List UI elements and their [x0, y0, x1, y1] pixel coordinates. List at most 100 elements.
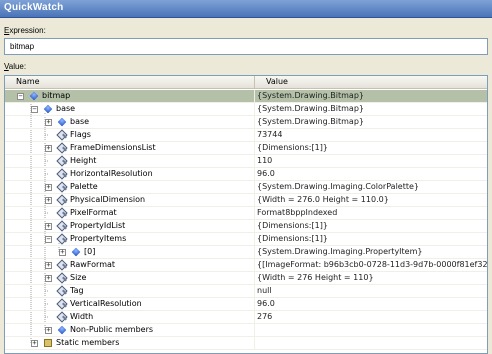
title-bar: QuickWatch	[0, 0, 492, 18]
row-name: [0]	[84, 247, 96, 256]
expand-icon[interactable]: +	[45, 197, 52, 204]
row-value: {System.Drawing.Bitmap}	[257, 117, 364, 126]
table-row[interactable]: + Palette {System.Drawing.Imaging.ColorPal…	[5, 181, 487, 194]
name-cell: PixelFormat	[5, 207, 255, 220]
table-row[interactable]: + PropertyIdList {Dimensions:[1]}	[5, 220, 487, 233]
row-name: Size	[70, 273, 87, 282]
value-label: Value:	[4, 62, 27, 71]
row-value: 276	[257, 312, 273, 321]
property-icon	[58, 144, 67, 153]
property-icon	[58, 170, 67, 179]
property-icon	[58, 131, 67, 140]
row-value: {System.Drawing.Bitmap}	[257, 104, 364, 113]
property-icon	[58, 209, 67, 218]
table-row[interactable]: Width 276	[5, 311, 487, 324]
table-row[interactable]: + [0] {System.Drawing.Imaging.PropertyItem…	[5, 246, 487, 259]
row-name: PhysicalDimension	[70, 195, 146, 204]
row-name: VerticalResolution	[70, 299, 142, 308]
column-header-name[interactable]: Name	[5, 76, 255, 89]
expand-icon[interactable]: +	[59, 249, 66, 256]
table-row[interactable]: + PhysicalDimension {Width = 276.0 Height …	[5, 194, 487, 207]
name-cell: + Palette	[5, 181, 255, 194]
row-value: 73744	[257, 130, 283, 139]
object-icon	[29, 91, 39, 101]
row-value: Format8bppIndexed	[257, 208, 338, 217]
row-name: Flags	[70, 130, 91, 139]
row-value: {System.Drawing.Bitmap}	[257, 91, 364, 100]
name-cell: Flags	[5, 129, 255, 142]
name-cell: + RawFormat	[5, 259, 255, 272]
name-cell: + [0]	[5, 246, 255, 259]
row-name: base	[56, 104, 76, 113]
expand-icon[interactable]: +	[45, 184, 52, 191]
row-value: 110	[257, 156, 273, 165]
name-cell: Height	[5, 155, 255, 168]
row-value: {System.Drawing.Imaging.ColorPalette}	[257, 182, 420, 191]
collapse-icon[interactable]: −	[31, 106, 38, 113]
row-name: base	[70, 117, 90, 126]
name-cell: − PropertyItems	[5, 233, 255, 246]
table-row[interactable]: − PropertyItems {Dimensions:[1]}	[5, 233, 487, 246]
name-cell: + FrameDimensionsList	[5, 142, 255, 155]
expand-icon[interactable]: +	[31, 340, 38, 347]
table-row[interactable]: HorizontalResolution 96.0	[5, 168, 487, 181]
row-value: {System.Drawing.Imaging.PropertyItem}	[257, 247, 423, 256]
expand-icon[interactable]: +	[45, 145, 52, 152]
watch-grid[interactable]: Name Value − bitmap {System.Drawing.Bitmap…	[4, 75, 488, 354]
row-value: {Dimensions:[1]}	[257, 143, 328, 152]
row-name: Non-Public members	[70, 325, 154, 334]
row-value: {Width = 276.0 Height = 110.0}	[257, 195, 389, 204]
row-name: FrameDimensionsList	[70, 143, 156, 152]
property-icon	[58, 300, 67, 309]
row-name: Palette	[70, 182, 98, 191]
table-row[interactable]: − bitmap {System.Drawing.Bitmap}	[5, 90, 487, 103]
table-row[interactable]: + Non-Public members	[5, 324, 487, 337]
table-row[interactable]: − base {System.Drawing.Bitmap}	[5, 103, 487, 116]
table-row[interactable]: Flags 73744	[5, 129, 487, 142]
property-icon	[58, 261, 67, 270]
row-name: HorizontalResolution	[70, 169, 153, 178]
table-row[interactable]: + Static members	[5, 337, 487, 350]
property-icon	[58, 313, 67, 322]
expression-input[interactable]	[5, 39, 487, 54]
property-icon	[58, 183, 67, 192]
expand-icon[interactable]: +	[45, 327, 52, 334]
table-row[interactable]: Height 110	[5, 155, 487, 168]
table-row[interactable]: Tag null	[5, 285, 487, 298]
name-cell: HorizontalResolution	[5, 168, 255, 181]
expand-icon[interactable]: +	[45, 223, 52, 230]
collapse-icon[interactable]: −	[17, 93, 24, 100]
row-name: RawFormat	[70, 260, 116, 269]
collapse-icon[interactable]: −	[45, 236, 52, 243]
table-row[interactable]: PixelFormat Format8bppIndexed	[5, 207, 487, 220]
property-icon	[58, 196, 67, 205]
row-name: Tag	[70, 286, 84, 295]
expand-icon[interactable]: +	[45, 262, 52, 269]
row-name: Static members	[56, 338, 120, 347]
row-value: {[ImageFormat: b96b3cb0-0728-11d3-9d7b-0…	[257, 260, 488, 269]
row-name: bitmap	[42, 91, 71, 100]
expression-label: Expression:	[4, 26, 46, 35]
row-value: {Width = 276 Height = 110}	[257, 273, 374, 282]
expand-icon[interactable]: +	[45, 119, 52, 126]
window-title: QuickWatch	[4, 2, 64, 13]
static-members-icon	[44, 339, 52, 347]
name-cell: + Static members	[5, 337, 255, 350]
expression-field[interactable]	[4, 38, 488, 55]
row-name: PixelFormat	[70, 208, 117, 217]
row-value: 96.0	[257, 169, 275, 178]
name-cell: Tag	[5, 285, 255, 298]
property-icon	[58, 235, 67, 244]
row-name: PropertyItems	[70, 234, 127, 243]
row-name: PropertyIdList	[70, 221, 126, 230]
grid-rows: − bitmap {System.Drawing.Bitmap} − base {Syst…	[5, 90, 487, 350]
name-cell: − base	[5, 103, 255, 116]
column-header-value[interactable]: Value	[255, 76, 487, 89]
expand-icon[interactable]: +	[45, 275, 52, 282]
table-row[interactable]: + Size {Width = 276 Height = 110}	[5, 272, 487, 285]
table-row[interactable]: VerticalResolution 96.0	[5, 298, 487, 311]
table-row[interactable]: + FrameDimensionsList {Dimensions:[1]}	[5, 142, 487, 155]
name-cell: − bitmap	[5, 90, 255, 103]
table-row[interactable]: + RawFormat {[ImageFormat: b96b3cb0-0728-1…	[5, 259, 487, 272]
table-row[interactable]: + base {System.Drawing.Bitmap}	[5, 116, 487, 129]
